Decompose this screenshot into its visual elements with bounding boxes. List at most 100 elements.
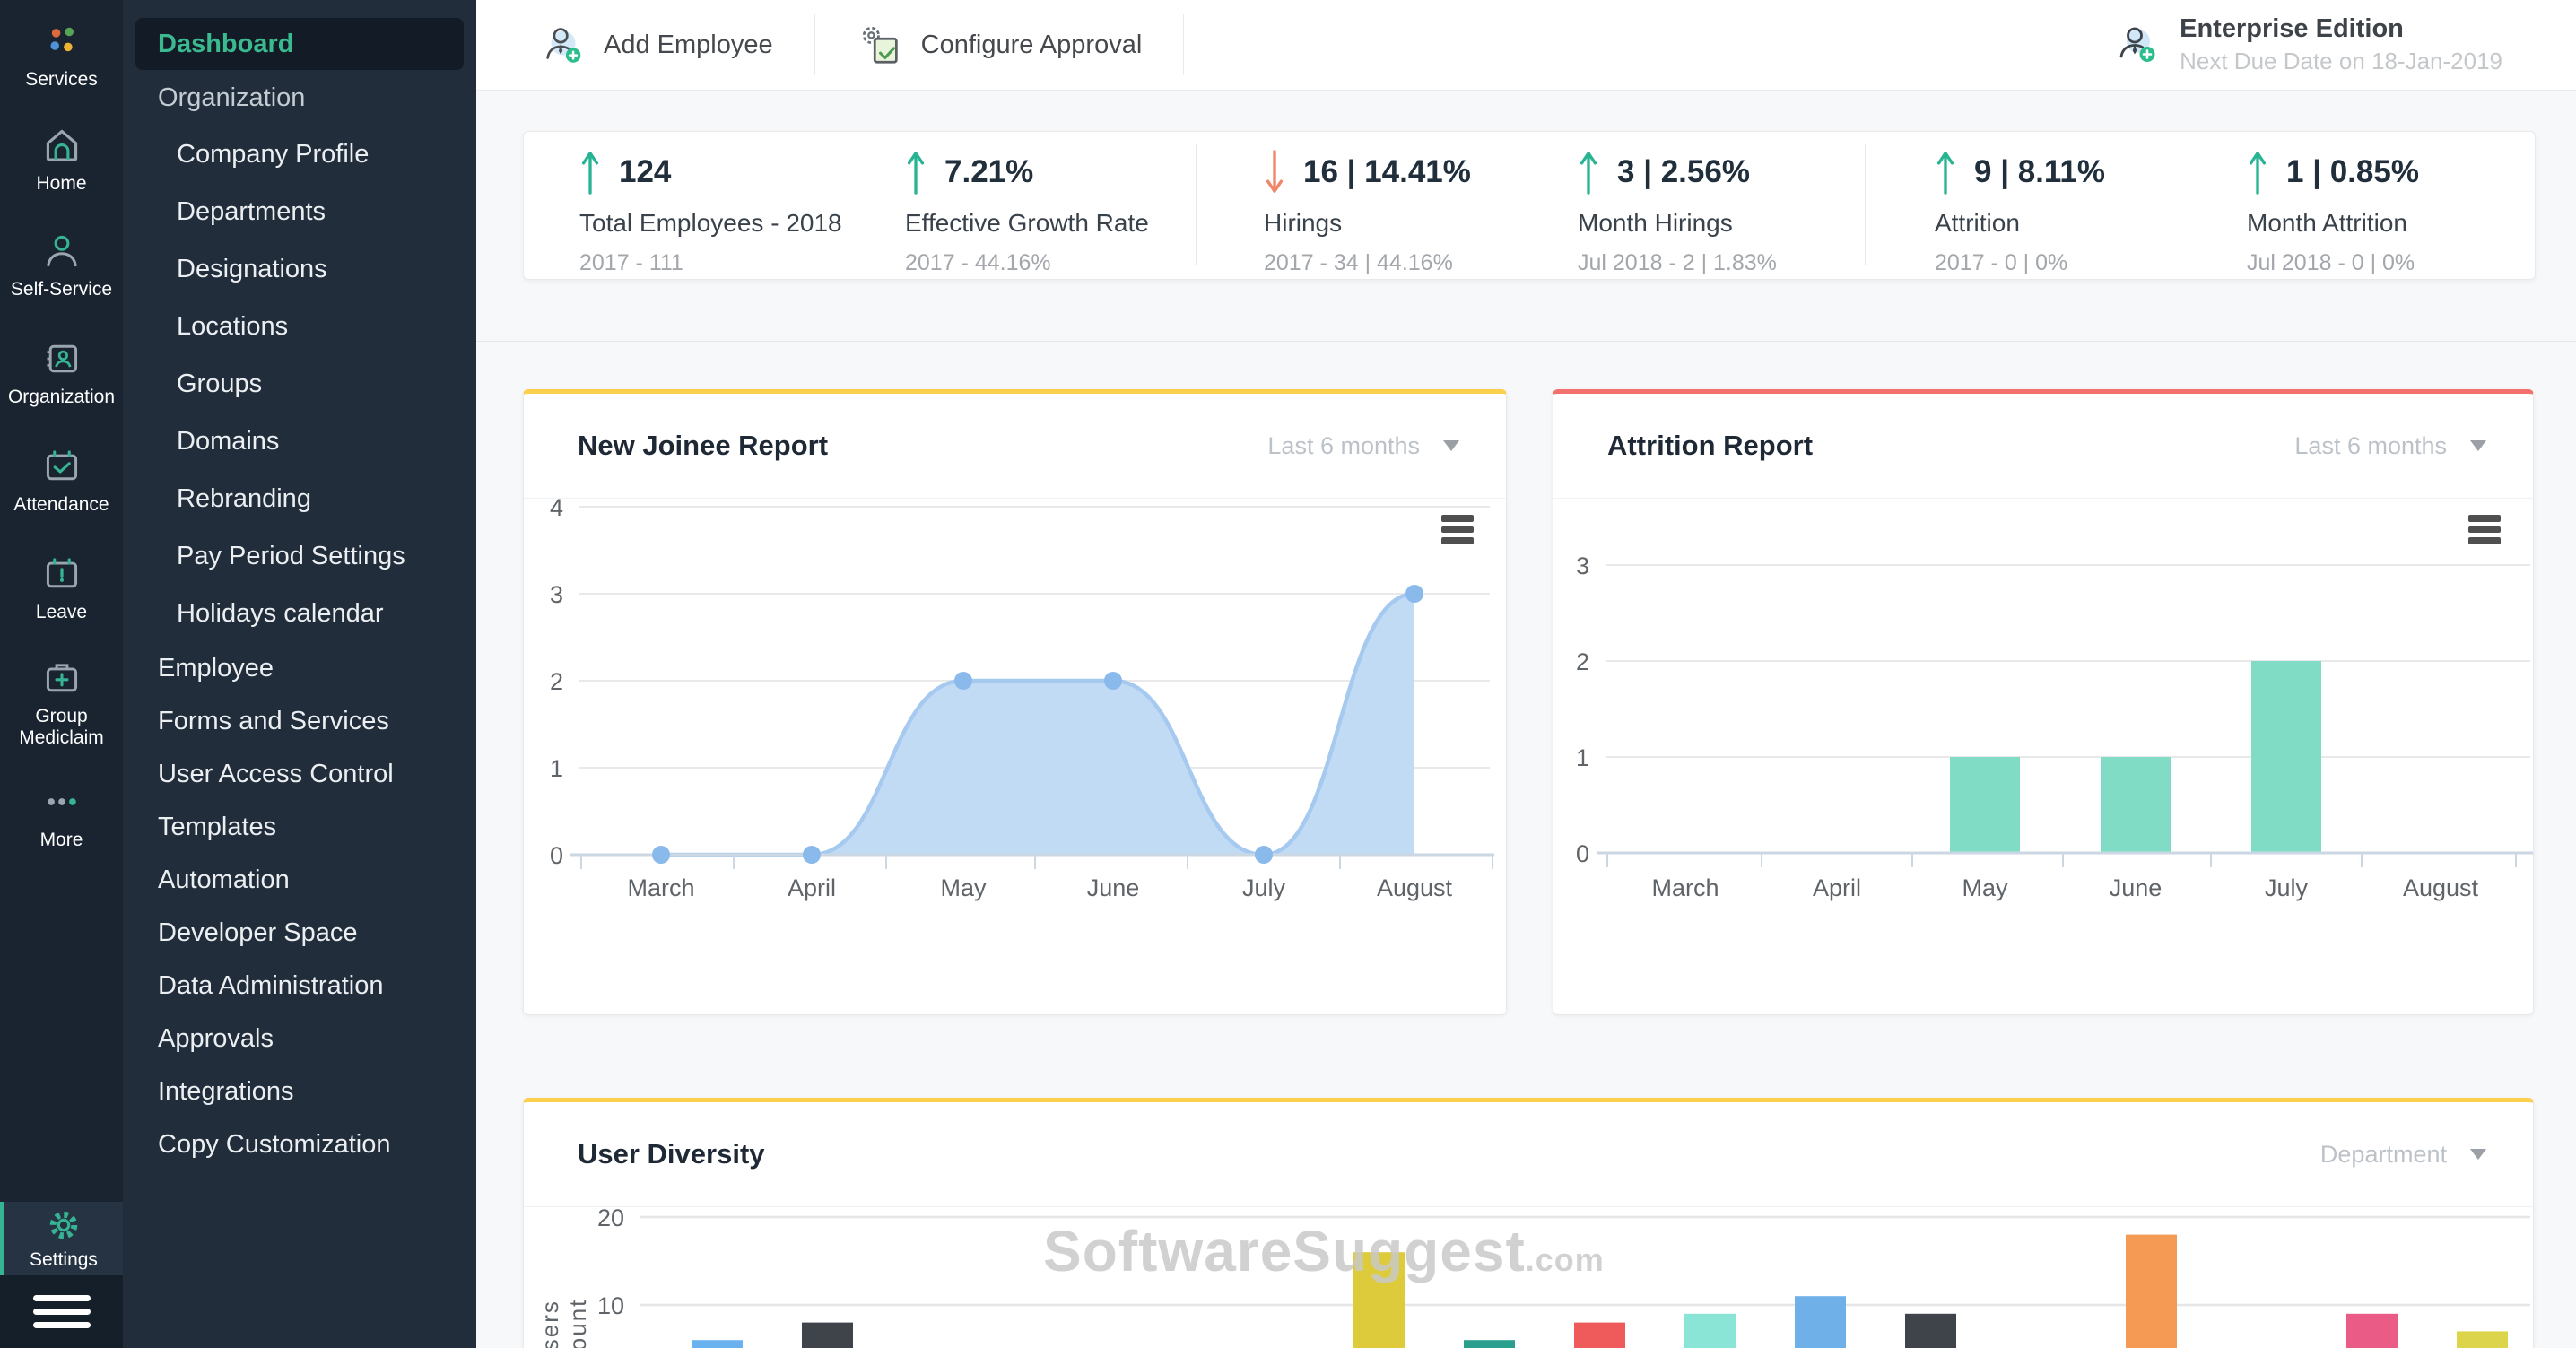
- edition-due-date: Next Due Date on 18-Jan-2019: [2180, 48, 2502, 74]
- menu-item-organization[interactable]: Organization: [123, 70, 476, 126]
- sidebar-item-label: Organization: [7, 387, 116, 407]
- svg-text:2: 2: [550, 668, 563, 695]
- add-employee-icon: [539, 21, 587, 69]
- panel-title: Attrition Report: [1607, 430, 1814, 461]
- chart-context-menu-icon[interactable]: [2468, 515, 2501, 544]
- home-icon: [42, 126, 82, 165]
- stat-value: 9 | 8.11%: [1974, 154, 2106, 189]
- attrition-chart: 3 2 1 0 March April May June July August: [1553, 498, 2533, 1018]
- stat-total-employees-2018: 124 Total Employees - 2018 2017 - 111: [579, 146, 842, 276]
- panel-title: New Joinee Report: [578, 430, 829, 461]
- menu-item-locations[interactable]: Locations: [123, 298, 476, 355]
- attendance-icon: [42, 447, 82, 486]
- add-employee-button[interactable]: Add Employee: [494, 14, 815, 75]
- chevron-down-icon: [2470, 1149, 2486, 1160]
- sidebar-item-home[interactable]: Home: [0, 126, 123, 195]
- stat-previous-period: 2017 - 44.16%: [905, 250, 1051, 275]
- sidebar-item-services[interactable]: Services: [0, 22, 123, 91]
- svg-text:3: 3: [1576, 552, 1589, 579]
- svg-text:July: July: [1242, 874, 1286, 901]
- menu-item-holidays-calendar[interactable]: Holidays calendar: [123, 585, 476, 642]
- hamburger-icon: [32, 1295, 91, 1301]
- mediclaim-icon: [42, 658, 82, 698]
- icon-sidebar: Services Home Self-Service Organization Atte…: [0, 0, 123, 1348]
- menu-item-company-profile[interactable]: Company Profile: [123, 126, 476, 183]
- svg-text:4: 4: [550, 498, 563, 521]
- sidebar-item-attendance[interactable]: Attendance: [0, 447, 123, 516]
- chevron-down-icon: [2470, 440, 2486, 451]
- stat-divider: [1865, 144, 1866, 265]
- sidebar-item-label: Leave: [35, 602, 88, 622]
- sidebar-item-label: Services: [25, 69, 98, 90]
- menu-item-dashboard[interactable]: Dashboard: [135, 18, 464, 70]
- menu-item-data-administration[interactable]: Data Administration: [123, 960, 476, 1013]
- stat-label: Effective Growth Rate: [905, 209, 1149, 237]
- main-content: Add Employee Configure Approval Enterpris…: [476, 0, 2576, 1348]
- trend-up-arrow-icon: [1580, 152, 1597, 195]
- chart-context-menu-icon[interactable]: [1441, 515, 1474, 544]
- menu-item-groups[interactable]: Groups: [123, 355, 476, 413]
- sidebar-item-label: Settings: [30, 1249, 98, 1270]
- menu-item-departments[interactable]: Departments: [123, 183, 476, 240]
- menu-item-copy-customization[interactable]: Copy Customization: [123, 1118, 476, 1171]
- menu-item-employee[interactable]: Employee: [123, 642, 476, 695]
- menu-item-user-access-control[interactable]: User Access Control: [123, 748, 476, 801]
- menu-item-approvals[interactable]: Approvals: [123, 1013, 476, 1065]
- sidebar-item-more[interactable]: More: [0, 782, 123, 851]
- topbar-actions: Add Employee Configure Approval: [476, 0, 1185, 90]
- stat-value: 7.21%: [944, 154, 1034, 189]
- license-user-icon: [2111, 20, 2162, 70]
- app: Services Home Self-Service Organization Atte…: [0, 0, 2576, 1348]
- menu-item-forms-and-services[interactable]: Forms and Services: [123, 695, 476, 748]
- stat-previous-period: 2017 - 0 | 0%: [1935, 250, 2068, 275]
- sidebar-item-group-mediclaim[interactable]: Group Mediclaim: [0, 658, 123, 749]
- user-diversity-chart-svg: 2010: [597, 1206, 2530, 1348]
- content-divider: [476, 341, 2576, 342]
- new-joinee-range-dropdown[interactable]: Last 6 months: [1267, 432, 1459, 460]
- svg-text:August: August: [2403, 874, 2479, 901]
- sidebar-item-label: More: [39, 830, 83, 850]
- sidebar-item-organization[interactable]: Organization: [0, 339, 123, 408]
- menu-item-automation[interactable]: Automation: [123, 854, 476, 907]
- menu-item-domains[interactable]: Domains: [123, 413, 476, 470]
- svg-text:2: 2: [1576, 648, 1589, 675]
- topbar: Add Employee Configure Approval Enterpris…: [476, 0, 2576, 91]
- self-service-icon: [42, 231, 82, 271]
- stat-month-hirings: 3 | 2.56% Month Hirings Jul 2018 - 2 | 1.8…: [1578, 146, 1777, 276]
- svg-text:August: August: [1377, 874, 1453, 901]
- sidebar-item-settings[interactable]: Settings: [0, 1202, 123, 1275]
- attrition-range-dropdown[interactable]: Last 6 months: [2294, 432, 2486, 460]
- svg-text:June: June: [1087, 874, 1140, 901]
- svg-text:May: May: [1962, 874, 2008, 901]
- menu-item-rebranding[interactable]: Rebranding: [123, 470, 476, 527]
- license-info[interactable]: Enterprise Edition Next Due Date on 18-J…: [2111, 14, 2502, 75]
- user-diversity-chart: 20 10: [524, 1206, 2533, 1348]
- trend-up-arrow-icon: [907, 152, 925, 195]
- sidebar-item-self-service[interactable]: Self-Service: [0, 231, 123, 300]
- sidebar-item-leave[interactable]: Leave: [0, 554, 123, 623]
- edition-title: Enterprise Edition: [2180, 14, 2404, 43]
- menu-item-developer-space[interactable]: Developer Space: [123, 907, 476, 960]
- sidebar-item-label: Group Mediclaim: [19, 706, 104, 749]
- chevron-down-icon: [1443, 440, 1459, 451]
- leave-icon: [42, 554, 82, 594]
- button-label: Configure Approval: [920, 30, 1143, 59]
- stat-label: Attrition: [1935, 209, 2020, 237]
- configure-approval-button[interactable]: Configure Approval: [815, 14, 1185, 75]
- menu-item-integrations[interactable]: Integrations: [123, 1065, 476, 1118]
- menu-item-templates[interactable]: Templates: [123, 801, 476, 854]
- diversity-groupby-dropdown[interactable]: Department: [2320, 1141, 2486, 1169]
- trend-up-arrow-icon: [581, 152, 599, 195]
- stat-hirings: 16 | 14.41% Hirings 2017 - 34 | 44.16%: [1264, 146, 1471, 276]
- menu-item-designations[interactable]: Designations: [123, 240, 476, 298]
- svg-text:March: March: [1651, 874, 1719, 901]
- svg-text:June: June: [2110, 874, 2163, 901]
- stat-label: Hirings: [1264, 209, 1343, 237]
- svg-text:0: 0: [1576, 840, 1589, 867]
- stat-value: 16 | 14.41%: [1303, 154, 1471, 189]
- menu-item-pay-period-settings[interactable]: Pay Period Settings: [123, 527, 476, 585]
- svg-text:10: 10: [597, 1292, 624, 1319]
- stat-value: 3 | 2.56%: [1617, 154, 1750, 189]
- sidebar-collapse-button[interactable]: [0, 1275, 123, 1348]
- sidebar-item-label: Home: [36, 173, 87, 194]
